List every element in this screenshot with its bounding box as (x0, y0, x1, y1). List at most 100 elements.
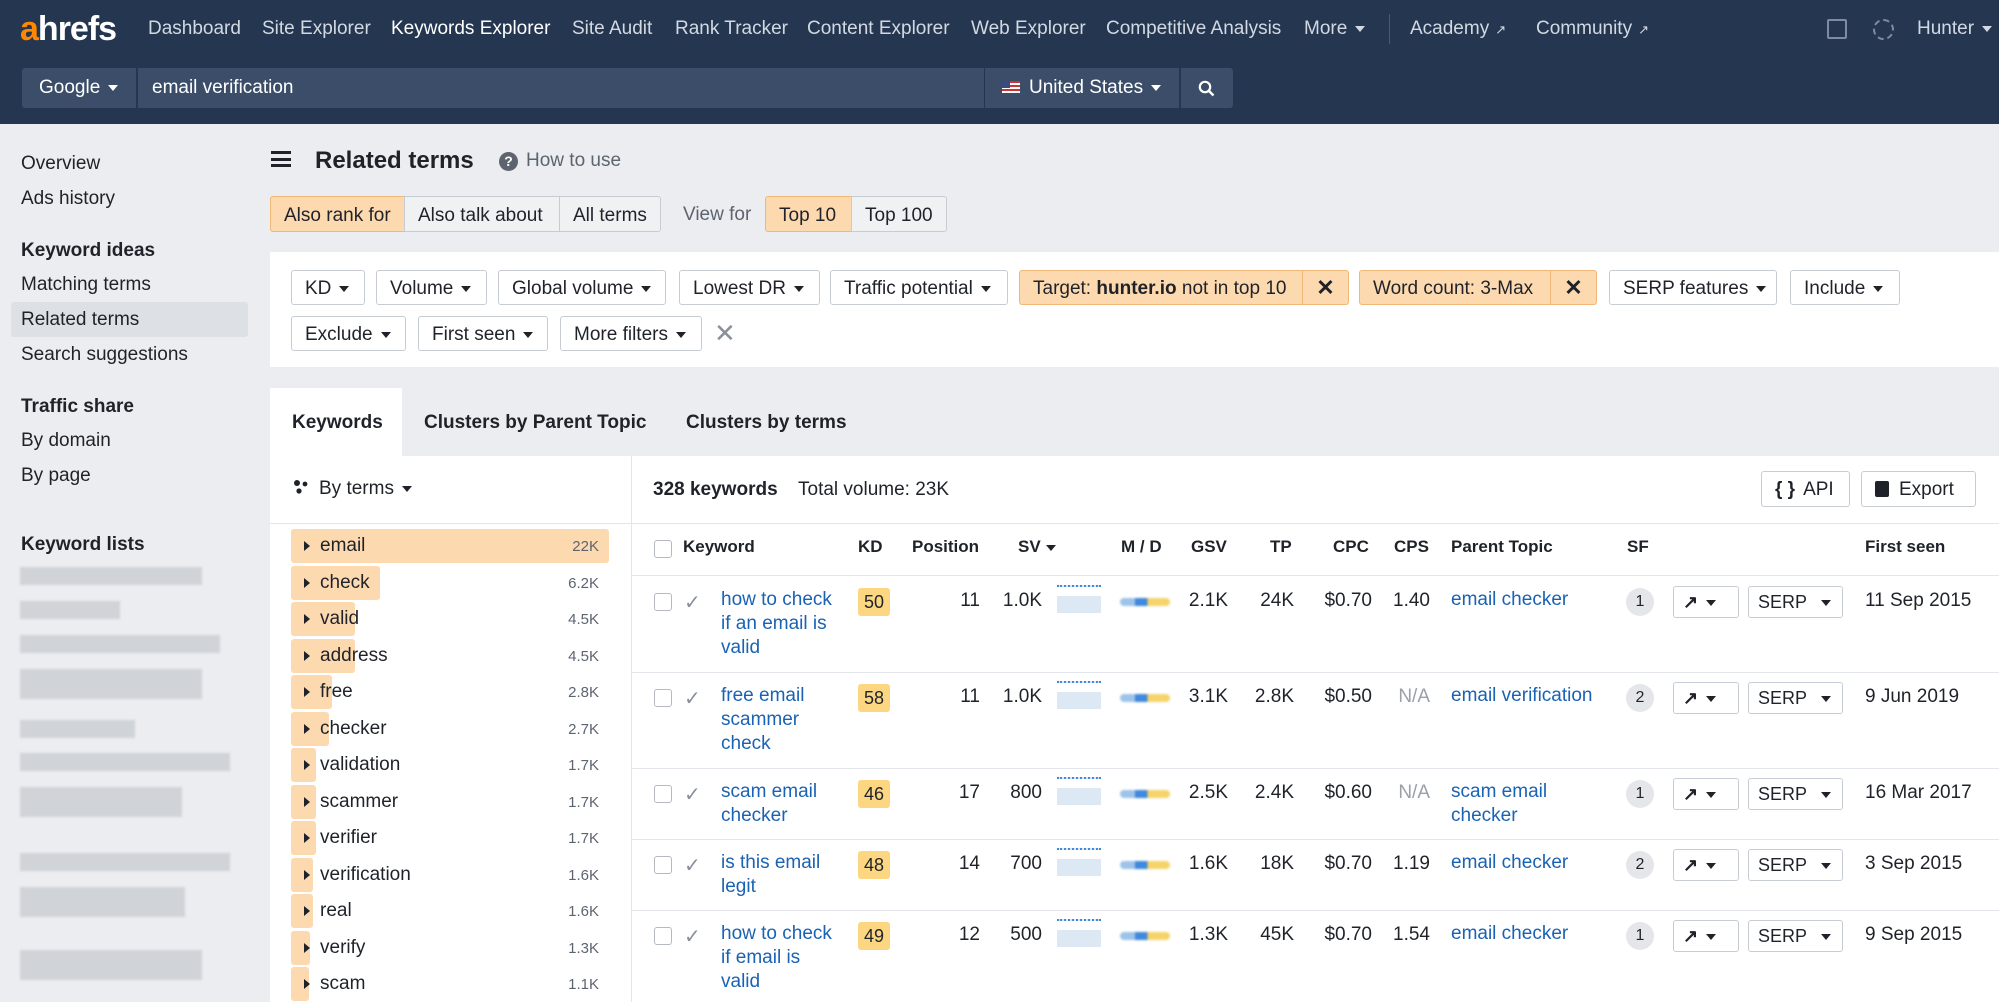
row-checkbox[interactable] (654, 593, 672, 611)
tab-clusters-by-terms[interactable]: Clusters by terms (664, 388, 869, 456)
serp-dropdown[interactable]: SERP (1748, 849, 1843, 881)
nav-content-explorer[interactable]: Content Explorer (807, 18, 950, 40)
cluster-term-item[interactable]: free 2.8K (291, 675, 609, 709)
sidebar-by-page[interactable]: By page (21, 465, 91, 487)
export-button[interactable]: Export (1861, 471, 1976, 507)
clear-filters-icon[interactable]: ✕ (714, 318, 736, 349)
filter-kd[interactable]: KD (291, 270, 365, 305)
blurred-keyword-list[interactable] (20, 887, 185, 917)
parent-topic-link[interactable]: email checker (1451, 851, 1611, 875)
tab-clusters-by-parent-topic[interactable]: Clusters by Parent Topic (402, 388, 668, 456)
remove-filter-icon[interactable]: ✕ (1302, 271, 1348, 304)
cluster-term-item[interactable]: validation 1.7K (291, 748, 609, 782)
blurred-keyword-list[interactable] (20, 720, 135, 738)
country-select[interactable]: United States (985, 68, 1179, 108)
cluster-term-item[interactable]: checker 2.7K (291, 711, 609, 746)
filter-more-filters[interactable]: More filters (560, 316, 702, 351)
column-position[interactable]: Position (912, 537, 979, 557)
how-to-use-link[interactable]: ? How to use (499, 150, 621, 172)
nav-competitive-analysis[interactable]: Competitive Analysis (1106, 18, 1281, 40)
select-all-checkbox[interactable] (654, 540, 672, 558)
column-keyword[interactable]: Keyword (683, 537, 755, 557)
tab-keywords[interactable]: Keywords (270, 388, 402, 456)
blurred-keyword-list[interactable] (20, 669, 202, 699)
cluster-term-item[interactable]: real 1.6K (291, 894, 609, 928)
filter-lowest-dr[interactable]: Lowest DR (679, 270, 820, 305)
hamburger-menu-icon[interactable] (271, 151, 291, 167)
blurred-keyword-list[interactable] (20, 950, 202, 980)
cluster-term-item[interactable]: verification 1.6K (291, 857, 609, 892)
nav-dashboard[interactable]: Dashboard (148, 18, 241, 40)
sidebar-by-domain[interactable]: By domain (21, 430, 111, 452)
column-cpc[interactable]: CPC (1333, 537, 1369, 557)
nav-site-explorer[interactable]: Site Explorer (262, 18, 371, 40)
column-kd[interactable]: KD (858, 537, 883, 557)
cluster-mode-select[interactable]: By terms (292, 478, 412, 500)
column-parent-topic[interactable]: Parent Topic (1451, 537, 1553, 557)
view-top-100[interactable]: Top 100 (851, 196, 947, 232)
user-menu[interactable]: Hunter (1917, 18, 1993, 40)
filter-target-domain[interactable]: Target: hunter.io not in top 10 ✕ (1019, 270, 1349, 305)
filter-first-seen[interactable]: First seen (418, 316, 548, 351)
row-checkbox[interactable] (654, 689, 672, 707)
parent-topic-link[interactable]: scam email checker (1451, 780, 1611, 828)
column-first-seen[interactable]: First seen (1865, 537, 1945, 557)
serp-dropdown[interactable]: SERP (1748, 920, 1843, 952)
column-cps[interactable]: CPS (1394, 537, 1429, 557)
cluster-term-item[interactable]: scam 1.1K (291, 967, 609, 1001)
nav-web-explorer[interactable]: Web Explorer (971, 18, 1086, 40)
blurred-keyword-list[interactable] (20, 567, 202, 585)
column-sf[interactable]: SF (1627, 537, 1649, 557)
filter-volume[interactable]: Volume (376, 270, 487, 305)
cluster-term-item[interactable]: scammer 1.7K (291, 784, 609, 819)
cluster-term-item[interactable]: verify 1.3K (291, 930, 609, 965)
sidebar-related-terms[interactable]: Related terms (21, 309, 139, 331)
trend-chart-dropdown[interactable]: ↗ (1673, 920, 1739, 952)
keyword-link[interactable]: how to check if email is valid (721, 922, 851, 994)
nav-keywords-explorer[interactable]: Keywords Explorer (391, 18, 550, 40)
notifications-icon[interactable] (1827, 19, 1847, 39)
sidebar-overview[interactable]: Overview (21, 153, 100, 175)
filter-global-volume[interactable]: Global volume (498, 270, 666, 305)
trend-chart-dropdown[interactable]: ↗ (1673, 849, 1739, 881)
filter-exclude[interactable]: Exclude (291, 316, 406, 351)
column-gsv[interactable]: GSV (1191, 537, 1227, 557)
view-top-10[interactable]: Top 10 (765, 196, 852, 232)
keyword-search-input[interactable] (138, 68, 984, 108)
parent-topic-link[interactable]: email verification (1451, 684, 1611, 708)
column-tp[interactable]: TP (1270, 537, 1292, 557)
nav-community[interactable]: Community ↗ (1536, 18, 1649, 40)
nav-more-menu[interactable]: More (1304, 18, 1366, 40)
serp-dropdown[interactable]: SERP (1748, 682, 1843, 714)
row-checkbox[interactable] (654, 856, 672, 874)
nav-rank-tracker[interactable]: Rank Tracker (675, 18, 788, 40)
blurred-keyword-list[interactable] (20, 753, 230, 771)
search-button[interactable] (1181, 68, 1233, 108)
blurred-keyword-list[interactable] (20, 601, 120, 619)
trend-chart-dropdown[interactable]: ↗ (1673, 778, 1739, 810)
trend-chart-dropdown[interactable]: ↗ (1673, 586, 1739, 618)
api-button[interactable]: { } API (1761, 471, 1850, 507)
parent-topic-link[interactable]: email checker (1451, 922, 1611, 946)
column-monthly-daily[interactable]: M / D (1121, 537, 1162, 557)
serp-dropdown[interactable]: SERP (1748, 586, 1843, 618)
cluster-term-item[interactable]: valid 4.5K (291, 602, 609, 636)
row-checkbox[interactable] (654, 927, 672, 945)
nav-academy[interactable]: Academy ↗ (1410, 18, 1506, 40)
sidebar-ads-history[interactable]: Ads history (21, 188, 115, 210)
ahrefs-logo[interactable]: ahrefs (20, 10, 117, 49)
filter-include[interactable]: Include (1790, 270, 1900, 305)
nav-site-audit[interactable]: Site Audit (572, 18, 652, 40)
column-sv[interactable]: SV (1018, 537, 1056, 557)
search-engine-select[interactable]: Google (22, 68, 136, 108)
mode-also-talk-about[interactable]: Also talk about (404, 196, 560, 232)
parent-topic-link[interactable]: email checker (1451, 588, 1611, 612)
keyword-link[interactable]: scam email checker (721, 780, 851, 828)
keyword-link[interactable]: free email scammer check (721, 684, 851, 756)
filter-traffic-potential[interactable]: Traffic potential (830, 270, 1008, 305)
row-checkbox[interactable] (654, 785, 672, 803)
filter-word-count[interactable]: Word count: 3-Max ✕ (1359, 270, 1597, 305)
cluster-term-item[interactable]: verifier 1.7K (291, 821, 609, 855)
mode-also-rank-for[interactable]: Also rank for (270, 196, 405, 232)
remove-filter-icon[interactable]: ✕ (1550, 271, 1596, 304)
